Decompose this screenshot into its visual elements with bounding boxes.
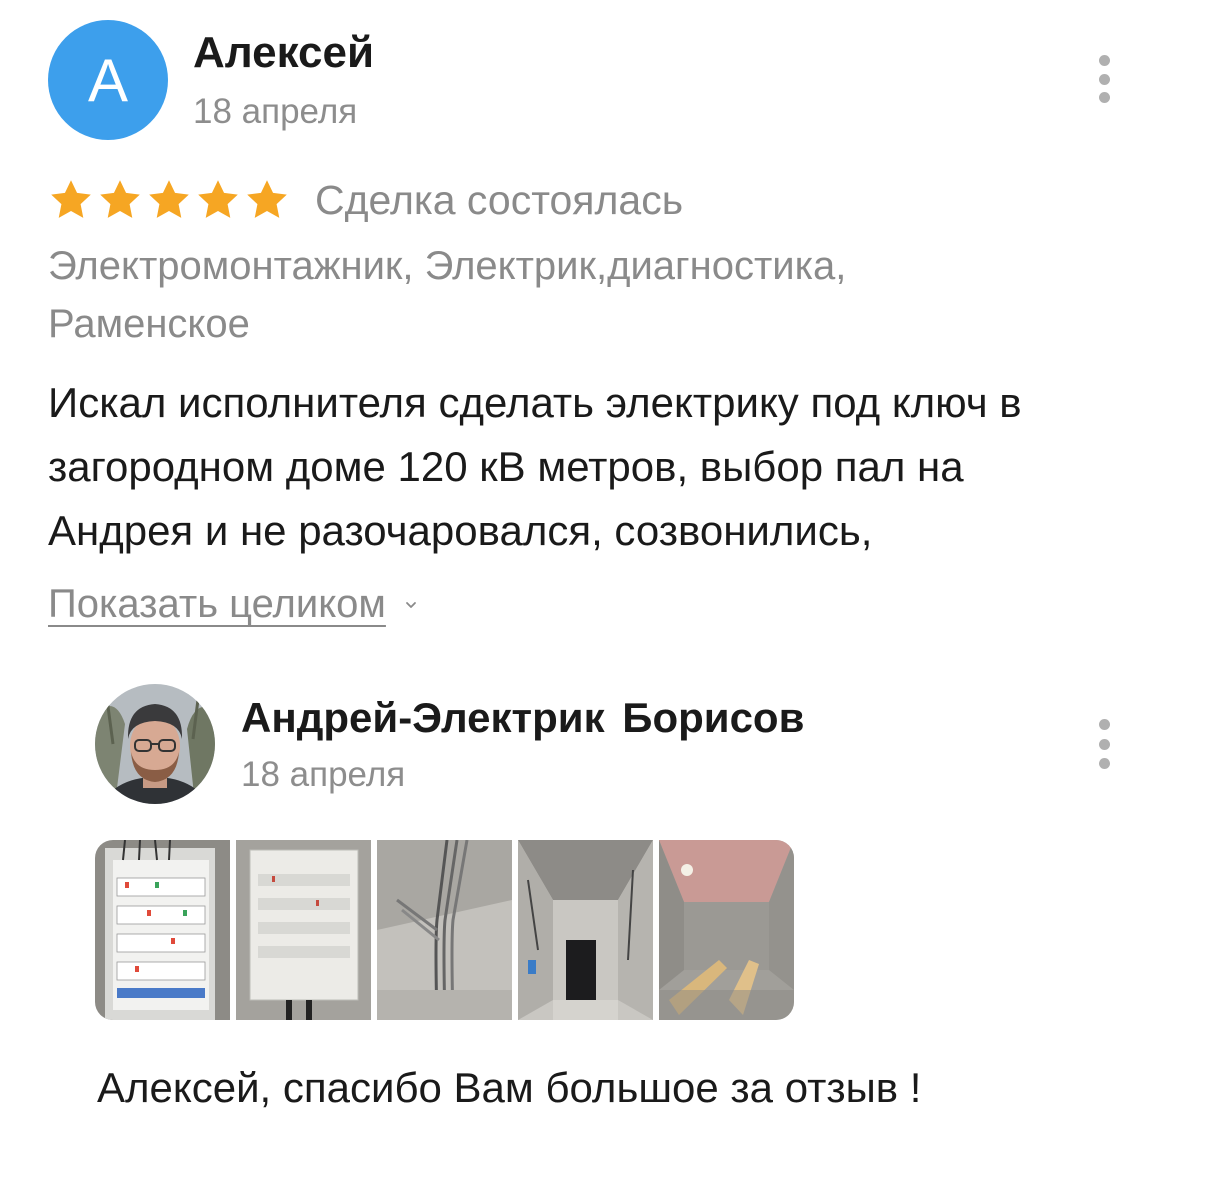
review-menu-icon[interactable] bbox=[1092, 55, 1116, 103]
reviewer-name[interactable]: Алексей bbox=[193, 28, 374, 78]
responder-name[interactable]: Андрей-Электрик Борисов bbox=[241, 694, 804, 742]
review-date: 18 апреля bbox=[193, 92, 358, 131]
review-text-line: Искал исполнителя сделать электрику под … bbox=[48, 379, 1022, 426]
ceiling-cables-photo[interactable] bbox=[377, 840, 512, 1020]
menu-dot bbox=[1098, 92, 1110, 103]
star-icon bbox=[242, 175, 292, 225]
star-icon bbox=[144, 175, 194, 225]
review-text-line: Андрея и не разочаровался, созвонились, bbox=[48, 507, 873, 554]
service-location: Раменское bbox=[48, 302, 250, 346]
reviewer-avatar[interactable]: А bbox=[48, 20, 168, 140]
menu-dot bbox=[1098, 55, 1110, 66]
room-wooden-benches-photo[interactable] bbox=[659, 840, 794, 1020]
responder-avatar[interactable] bbox=[95, 684, 215, 804]
breaker-box-photo[interactable] bbox=[236, 840, 371, 1020]
menu-dot bbox=[1098, 758, 1110, 769]
electrical-panel-photo[interactable] bbox=[95, 840, 230, 1020]
star-rating bbox=[46, 175, 291, 225]
hallway-wiring-photo[interactable] bbox=[518, 840, 653, 1020]
reply-date: 18 апреля bbox=[241, 755, 406, 794]
review-text: Искал исполнителя сделать электрику под … bbox=[48, 371, 1158, 563]
show-more-link[interactable]: Показать целиком bbox=[48, 582, 418, 627]
reply-photo-gallery bbox=[95, 840, 794, 1020]
menu-dot bbox=[1098, 719, 1110, 730]
service-categories: Электромонтажник, Электрик,диагностика, bbox=[48, 244, 847, 288]
menu-dot bbox=[1098, 738, 1110, 750]
chevron-down-icon bbox=[406, 601, 416, 608]
show-more-label[interactable]: Показать целиком bbox=[48, 582, 386, 627]
review-text-line: загородном доме 120 кВ метров, выбор пал… bbox=[48, 443, 964, 490]
rating-row: Сделка состоялась bbox=[46, 170, 683, 230]
reply-menu-icon[interactable] bbox=[1092, 719, 1116, 769]
star-icon bbox=[193, 175, 243, 225]
deal-status: Сделка состоялась bbox=[315, 176, 684, 223]
star-icon bbox=[95, 175, 145, 225]
menu-dot bbox=[1098, 73, 1110, 85]
service-info: Электромонтажник, Электрик,диагностика, … bbox=[48, 237, 1148, 353]
responder-photo bbox=[95, 684, 215, 804]
reply-text: Алексей, спасибо Вам большое за отзыв ! bbox=[97, 1064, 922, 1111]
star-icon bbox=[46, 175, 96, 225]
